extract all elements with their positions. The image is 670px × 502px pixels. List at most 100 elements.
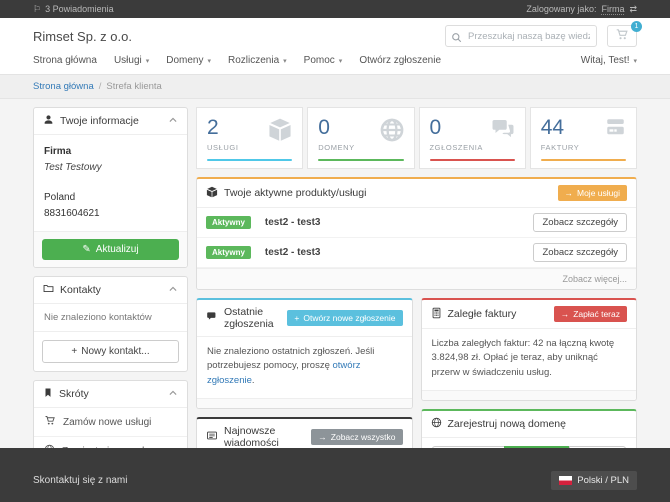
folder-icon	[43, 283, 54, 297]
product-name: test2 - test3	[265, 247, 321, 258]
new-contact-button[interactable]: + Nowy kontakt...	[42, 340, 179, 363]
stat-tile-services[interactable]: 2 USŁUGI	[196, 107, 303, 169]
overdue-invoices-panel: Zaległe faktury → Zapłać teraz Liczba za…	[421, 298, 638, 401]
chat-bubbles-icon	[490, 117, 516, 146]
product-row: Aktywny test2 - test3 Zobacz szczegóły	[197, 238, 636, 268]
stat-tile-invoices[interactable]: 44 FAKTURY	[530, 107, 637, 169]
breadcrumb-separator: /	[99, 81, 102, 92]
switch-account-icon[interactable]: ⇄	[629, 4, 637, 15]
caret-down-icon: ▾	[208, 57, 212, 65]
credit-card-icon	[601, 117, 627, 146]
account-menu[interactable]: Witaj, Test! ▾	[581, 55, 637, 66]
my-services-button[interactable]: → Moje usługi	[558, 185, 628, 201]
brand-logo[interactable]: Rimset Sp. z o.o.	[33, 29, 132, 44]
footer: Skontaktuj się z nami Polski / PLN	[0, 448, 670, 502]
box-icon	[267, 117, 293, 148]
view-details-button[interactable]: Zobacz szczegóły	[533, 213, 627, 232]
user-icon	[43, 114, 54, 128]
client-info-panel: Twoje informacje Firma Test Testowy Pola…	[33, 107, 188, 268]
contact-us-link[interactable]: Skontaktuj się z nami	[33, 475, 128, 486]
nav-item-uslugi[interactable]: Usługi ▾	[114, 55, 149, 66]
latest-news-header: Najnowsze wiadomości → Zobacz wszystko	[197, 419, 412, 448]
status-badge: Aktywny	[206, 216, 251, 229]
see-more-link[interactable]: Zobacz więcej...	[562, 274, 627, 284]
logged-in-label: Zalogowany jako:	[526, 4, 596, 14]
stat-tile-tickets[interactable]: 0 ZGŁOSZENIA	[419, 107, 526, 169]
contacts-panel: Kontakty Nie znaleziono kontaktów + Nowy…	[33, 276, 188, 372]
status-badge: Aktywny	[206, 246, 251, 259]
bookmark-icon	[43, 387, 53, 401]
nav-item-otworz-zgloszenie[interactable]: Otwórz zgłoszenie	[359, 55, 441, 66]
chevron-up-icon	[168, 284, 178, 297]
panel-title: Skróty	[59, 388, 89, 400]
panel-title: Zaległe faktury	[448, 308, 517, 320]
flag-icon: ⚐	[33, 4, 41, 15]
open-new-ticket-button[interactable]: + Otwórz nowe zgłoszenie	[287, 310, 402, 326]
cart-count-badge: 1	[631, 21, 642, 32]
active-products-header: Twoje aktywne produkty/usługi → Moje usł…	[197, 179, 636, 208]
arrow-right-icon: →	[318, 432, 327, 442]
search-input[interactable]	[445, 25, 597, 47]
nav-item-domeny[interactable]: Domeny ▾	[166, 55, 211, 66]
shortcuts-panel-header[interactable]: Skróty	[34, 381, 187, 408]
recent-tickets-panel: Ostatnie zgłoszenia + Otwórz nowe zgłosz…	[196, 298, 413, 409]
client-phone: 8831604621	[44, 206, 177, 222]
breadcrumb-home-link[interactable]: Strona główna	[33, 81, 94, 92]
nav-item-rozliczenia[interactable]: Rozliczenia ▾	[228, 55, 287, 66]
active-products-panel: Twoje aktywne produkty/usługi → Moje usł…	[196, 177, 637, 290]
cart-icon	[615, 28, 629, 44]
notifications-link[interactable]: ⚐ 3 Powiadomienia	[33, 4, 114, 15]
pay-now-button[interactable]: → Zapłać teraz	[554, 306, 627, 322]
register-domain-header: Zarejestruj nową domenę	[422, 411, 637, 438]
breadcrumb: Strona główna / Strefa klienta	[0, 75, 670, 99]
globe-icon	[431, 417, 442, 431]
shortcut-order-services[interactable]: Zamów nowe usługi	[34, 408, 187, 437]
shortcuts-panel: Skróty Zamów nowe usługi Zarejestruj no	[33, 380, 188, 448]
caret-down-icon: ▾	[146, 57, 150, 65]
view-details-button[interactable]: Zobacz szczegóły	[533, 243, 627, 262]
update-details-button[interactable]: ✎ Aktualizuj	[42, 239, 179, 260]
stat-underline	[430, 159, 515, 161]
nav-item-strona-glowna[interactable]: Strona główna	[33, 55, 97, 66]
cart-button[interactable]: 1	[607, 25, 637, 47]
contacts-empty-text: Nie znaleziono kontaktów	[34, 304, 187, 331]
client-country: Poland	[44, 190, 177, 206]
latest-news-panel: Najnowsze wiadomości → Zobacz wszystko T…	[196, 417, 413, 448]
plus-icon: +	[294, 313, 299, 323]
logged-in-user-link[interactable]: Firma	[601, 4, 624, 15]
breadcrumb-current: Strefa klienta	[106, 81, 161, 92]
left-column: Ostatnie zgłoszenia + Otwórz nowe zgłosz…	[196, 298, 413, 448]
view-all-news-button[interactable]: → Zobacz wszystko	[311, 429, 402, 445]
stat-underline	[207, 159, 292, 161]
knowledgebase-search	[445, 25, 597, 47]
notifications-label: 3 Powiadomienia	[45, 4, 114, 14]
dashboard: 2 USŁUGI 0 DOMENY	[196, 107, 637, 448]
register-domain-panel: Zarejestruj nową domenę Zarejestruj Tran…	[421, 409, 638, 448]
panel-title: Twoje informacje	[60, 115, 139, 127]
panel-title: Kontakty	[60, 284, 101, 296]
panel-title: Zarejestruj nową domenę	[448, 418, 566, 430]
chat-bubble-icon	[206, 311, 218, 325]
product-name: test2 - test3	[265, 217, 321, 228]
package-icon	[206, 186, 218, 201]
header: Rimset Sp. z o.o. 1 Strona główna Usługi…	[0, 18, 670, 75]
client-info-panel-header[interactable]: Twoje informacje	[34, 108, 187, 135]
nav-item-pomoc[interactable]: Pomoc ▾	[304, 55, 343, 66]
panel-title: Ostatnie zgłoszenia	[224, 306, 281, 330]
notification-bar: ⚐ 3 Powiadomienia Zalogowany jako: Firma…	[0, 0, 670, 18]
overdue-invoices-header: Zaległe faktury → Zapłać teraz	[422, 300, 637, 329]
main-nav: Strona główna Usługi ▾ Domeny ▾ Rozlicze…	[33, 52, 637, 74]
product-row: Aktywny test2 - test3 Zobacz szczegóły	[197, 208, 636, 238]
pencil-icon: ✎	[82, 244, 90, 255]
right-column: Zaległe faktury → Zapłać teraz Liczba za…	[421, 298, 638, 448]
stat-tile-domains[interactable]: 0 DOMENY	[307, 107, 414, 169]
shortcut-register-domain[interactable]: Zarejestruj nową domenę	[34, 437, 187, 448]
caret-down-icon: ▾	[633, 57, 637, 65]
caret-down-icon: ▾	[339, 57, 343, 65]
stats-row: 2 USŁUGI 0 DOMENY	[196, 107, 637, 169]
tickets-empty-message: Nie znaleziono ostatnich zgłoszeń. Jeśli…	[197, 337, 412, 398]
main-content: Twoje informacje Firma Test Testowy Pola…	[0, 99, 670, 448]
language-currency-button[interactable]: Polski / PLN	[551, 471, 637, 490]
globe-icon	[379, 117, 405, 148]
contacts-panel-header[interactable]: Kontakty	[34, 277, 187, 304]
